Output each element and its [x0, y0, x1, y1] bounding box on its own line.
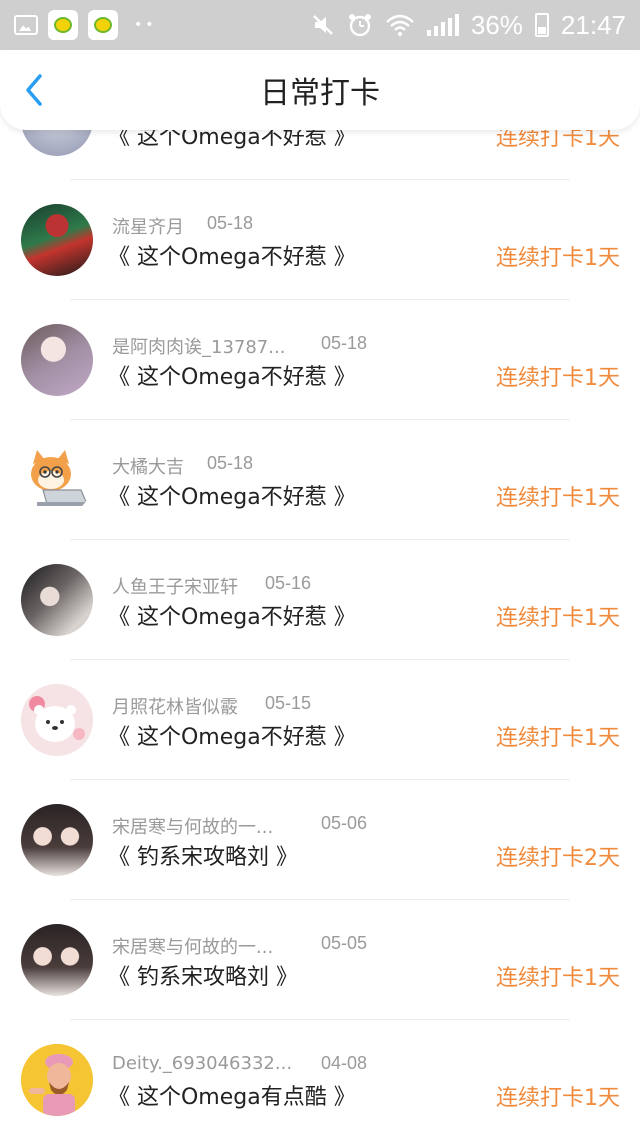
username[interactable]: 宋居寒与何故的一...	[112, 813, 273, 839]
list-item[interactable]: 月照花林皆似霰 05-15 《 这个Omega不好惹 》 连续打卡1天	[0, 660, 640, 780]
avatar[interactable]	[21, 1044, 93, 1116]
checkin-date: 05-05	[321, 933, 368, 953]
app-notification-icon	[88, 10, 118, 40]
book-title[interactable]: 《 钓系宋攻略刘 》	[108, 959, 298, 991]
signal-icon	[426, 14, 459, 36]
cat-laptop-icon	[21, 444, 93, 516]
book-title[interactable]: 《 这个Omega不好惹 》	[108, 239, 356, 271]
username[interactable]: 人鱼王子宋亚轩	[112, 573, 238, 599]
checkin-date: 05-18	[321, 333, 368, 353]
wifi-icon	[386, 14, 414, 36]
list-item[interactable]: 宋居寒与何故的一... 05-06 《 钓系宋攻略刘 》 连续打卡2天	[0, 780, 640, 900]
streak-label: 连续打卡1天	[496, 486, 620, 511]
book-title[interactable]: 《 这个Omega不好惹 》	[108, 359, 356, 391]
clock: 21:47	[560, 9, 626, 40]
cartoon-character-icon	[21, 1044, 93, 1116]
username[interactable]: 月照花林皆似霰	[112, 693, 238, 719]
streak-label: 连续打卡1天	[496, 966, 620, 991]
checkin-date: 05-06	[321, 813, 368, 833]
checkin-list: 《 这个Omega不好惹 》 连续打卡1天 流星齐月 05-18 《 这个Ome…	[0, 0, 640, 1138]
alarm-icon	[348, 14, 371, 37]
list-item[interactable]: Deity._693046332... 04-08 《 这个Omega有点酷 》…	[0, 1020, 640, 1138]
book-title[interactable]: 《 钓系宋攻略刘 》	[108, 839, 298, 871]
battery-icon	[534, 13, 549, 37]
username[interactable]: 流星齐月	[112, 213, 184, 239]
username[interactable]: 是阿肉肉诶_13787...	[112, 333, 285, 359]
avatar[interactable]	[21, 924, 93, 996]
avatar[interactable]	[21, 564, 93, 636]
streak-label: 连续打卡1天	[496, 606, 620, 631]
checkin-date: 05-18	[207, 453, 254, 473]
gallery-notification-icon	[14, 15, 38, 35]
list-item[interactable]: 人鱼王子宋亚轩 05-16 《 这个Omega不好惹 》 连续打卡1天	[0, 540, 640, 660]
chevron-left-icon	[26, 74, 42, 106]
username[interactable]: 宋居寒与何故的一...	[112, 933, 273, 959]
username[interactable]: 大橘大吉	[112, 453, 184, 479]
streak-label: 连续打卡1天	[496, 1086, 620, 1111]
checkin-date: 05-18	[207, 213, 254, 233]
status-bar: •• 36% 21:47	[0, 0, 640, 50]
page-title: 日常打卡	[260, 76, 380, 111]
streak-label: 连续打卡1天	[496, 726, 620, 751]
list-item[interactable]: 宋居寒与何故的一... 05-05 《 钓系宋攻略刘 》 连续打卡1天	[0, 900, 640, 1020]
battery-percent: 36%	[470, 9, 523, 40]
list-item[interactable]: 流星齐月 05-18 《 这个Omega不好惹 》 连续打卡1天	[0, 180, 640, 300]
app-notification-icon	[48, 10, 78, 40]
back-button[interactable]	[18, 72, 52, 108]
username[interactable]: Deity._693046332...	[112, 1053, 292, 1074]
checkin-date: 05-15	[265, 693, 312, 713]
streak-label: 连续打卡1天	[496, 366, 620, 391]
avatar[interactable]	[21, 324, 93, 396]
avatar[interactable]	[21, 444, 93, 516]
book-title[interactable]: 《 这个Omega不好惹 》	[108, 479, 356, 511]
checkin-date: 05-16	[265, 573, 312, 593]
book-title[interactable]: 《 这个Omega有点酷 》	[108, 1079, 356, 1111]
polar-bear-icon	[21, 684, 93, 756]
avatar[interactable]	[21, 804, 93, 876]
page-header: 日常打卡	[0, 50, 640, 130]
list-item[interactable]: 是阿肉肉诶_13787... 05-18 《 这个Omega不好惹 》 连续打卡…	[0, 300, 640, 420]
avatar[interactable]	[21, 684, 93, 756]
more-notifications-icon: ••	[134, 17, 157, 33]
book-title[interactable]: 《 这个Omega不好惹 》	[108, 599, 356, 631]
avatar[interactable]	[21, 204, 93, 276]
book-title[interactable]: 《 这个Omega不好惹 》	[108, 719, 356, 751]
streak-label: 连续打卡1天	[496, 246, 620, 271]
checkin-date: 04-08	[321, 1053, 368, 1073]
list-item[interactable]: 大橘大吉 05-18 《 这个Omega不好惹 》 连续打卡1天	[0, 420, 640, 540]
mute-icon	[313, 15, 333, 35]
streak-label: 连续打卡2天	[496, 846, 620, 871]
